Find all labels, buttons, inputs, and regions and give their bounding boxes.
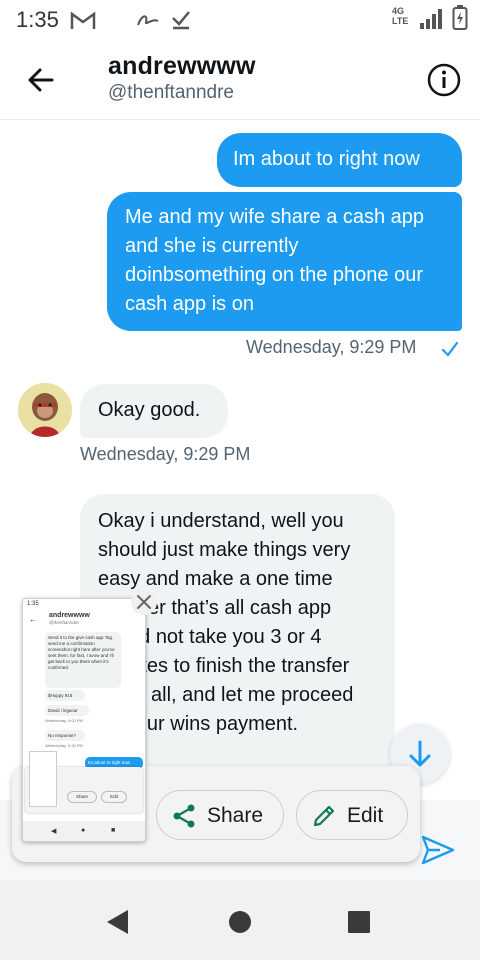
thumb-message-text: Im about to right now <box>88 760 131 765</box>
edit-label: Edit <box>347 804 384 827</box>
thumb-nav-home-icon: ● <box>81 827 86 834</box>
share-label: Share <box>207 804 264 827</box>
thumb-received-message: Send it to the give cash app Tag. send m… <box>45 632 121 688</box>
gmail-icon <box>70 11 96 29</box>
read-check-icon <box>441 341 459 357</box>
sent-message[interactable]: Me and my wife share a cash app and she … <box>107 192 462 331</box>
thumb-title: andrewwww <box>49 612 90 619</box>
sent-message[interactable]: Im about to right now <box>217 133 462 187</box>
conversation-header: andrewwww @thenftanndre <box>0 40 480 120</box>
close-icon <box>137 595 151 609</box>
thumb-share-button: Share <box>67 791 97 803</box>
received-message[interactable]: Okay good. <box>80 384 228 438</box>
pencil-icon <box>313 805 335 827</box>
info-icon <box>427 63 461 97</box>
info-button[interactable] <box>424 60 464 100</box>
edit-button[interactable]: Edit <box>296 790 408 840</box>
status-bar: 1:35 4G LTE <box>0 0 480 40</box>
signature-icon <box>137 15 159 26</box>
thumbnail-close-button[interactable] <box>131 589 157 615</box>
thumb-message-text: $Hoppy 916 <box>48 693 73 698</box>
thumb-timestamp: Wednesday, 9:00 PM <box>45 718 83 723</box>
nav-recents-icon[interactable] <box>348 911 370 933</box>
thumb-message-text: Send it to the give cash app Tag. send m… <box>48 635 115 670</box>
thumb-received-message: David i legacar <box>45 705 89 716</box>
nav-home-icon[interactable] <box>228 910 252 934</box>
thumb-edit-label: Edit <box>110 794 118 799</box>
thumb-handle: @thenftanndre <box>49 620 79 625</box>
thumb-back-icon: ← <box>29 615 37 624</box>
thumb-mini-preview <box>29 751 57 807</box>
thumb-received-message: No response? <box>45 730 85 741</box>
status-time: 1:35 <box>16 7 59 32</box>
thumb-received-message: $Hoppy 916 <box>45 690 85 701</box>
message-timestamp: Wednesday, 9:29 PM <box>246 337 417 357</box>
thumb-nav-back-icon: ◀ <box>51 828 57 835</box>
avatar[interactable] <box>18 383 72 437</box>
conversation-title[interactable]: andrewwww <box>108 52 256 81</box>
thumb-edit-button: Edit <box>101 791 127 803</box>
thumb-nav-bar: ◀ ● ■ <box>23 821 145 841</box>
back-button[interactable] <box>22 60 62 100</box>
message-timestamp: Wednesday, 9:29 PM <box>80 444 251 464</box>
thumb-nav-recents-icon: ■ <box>111 827 116 834</box>
thumb-timestamp: Wednesday, 9:20 PM <box>45 743 83 748</box>
network-type: 4G LTE <box>392 6 409 26</box>
share-icon <box>173 804 195 828</box>
thumb-time: 1:35 <box>27 601 39 607</box>
signal-icon <box>420 9 442 29</box>
thumb-share-label: Share <box>75 794 88 799</box>
battery-charging-icon <box>452 5 468 30</box>
ape-avatar-icon <box>18 383 72 437</box>
arrow-back-icon <box>28 68 54 92</box>
download-done-icon <box>172 11 190 30</box>
conversation-handle[interactable]: @thenftanndre <box>108 82 234 104</box>
system-nav-bar <box>0 880 480 960</box>
screenshot-thumbnail[interactable]: 1:35 ← andrewwww @thenftanndre Send it t… <box>22 598 146 842</box>
share-button[interactable]: Share <box>156 790 284 840</box>
nav-back-icon[interactable] <box>104 908 130 936</box>
send-icon[interactable] <box>420 834 456 866</box>
thumb-message-text: No response? <box>48 733 77 738</box>
thumb-message-text: David i legacar <box>48 708 78 713</box>
